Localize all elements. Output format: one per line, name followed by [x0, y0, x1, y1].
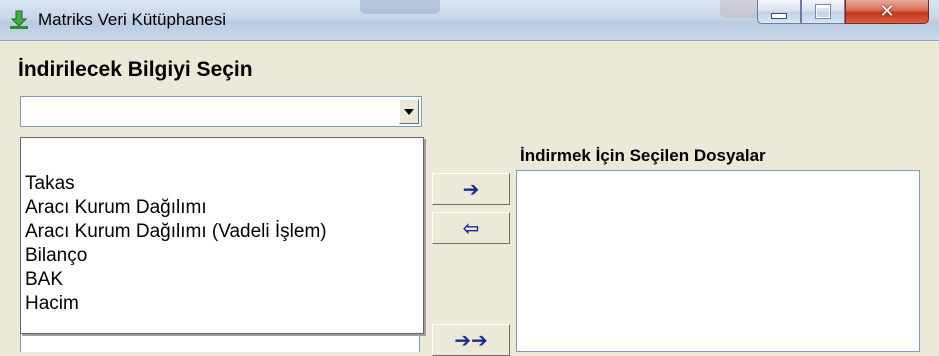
dropdown-item-hacim[interactable]: Hacim	[21, 292, 423, 316]
chevron-down-icon	[404, 108, 414, 115]
minimize-icon	[771, 12, 787, 19]
dropdown-item-bilanco[interactable]: Bilanço	[21, 244, 423, 268]
background-window-blur	[360, 0, 440, 14]
page-title: İndirilecek Bilgiyi Seçin	[18, 58, 253, 81]
selected-files-list[interactable]	[516, 170, 920, 352]
arrow-right-icon: ➔	[462, 177, 480, 201]
selected-files-label: İndirmek İçin Seçilen Dosyalar	[520, 146, 766, 165]
title-bar[interactable]: Matriks Veri Kütüphanesi ✕	[0, 0, 939, 41]
close-button[interactable]: ✕	[845, 0, 929, 24]
add-all-button[interactable]: ➔➔	[432, 324, 510, 356]
double-arrow-right-icon: ➔➔	[454, 328, 488, 352]
dropdown-item-araci-kurum-dagilimi-vadeli[interactable]: Aracı Kurum Dağılımı (Vadeli İşlem)	[21, 220, 423, 244]
minimize-button[interactable]	[757, 0, 801, 24]
data-type-select[interactable]	[20, 96, 422, 127]
maximize-button[interactable]	[801, 0, 845, 24]
dropdown-item-araci-kurum-dagilimi[interactable]: Aracı Kurum Dağılımı	[21, 196, 423, 220]
arrow-left-icon: ⇦	[462, 216, 480, 240]
maximize-icon	[815, 4, 831, 19]
download-arrow-icon	[10, 10, 28, 29]
dropdown-item-empty[interactable]	[21, 138, 423, 172]
window-title: Matriks Veri Kütüphanesi	[38, 10, 227, 29]
dropdown-button[interactable]	[399, 99, 419, 124]
remove-button[interactable]: ⇦	[432, 212, 510, 244]
dropdown-item-bak[interactable]: BAK	[21, 268, 423, 292]
available-files-list[interactable]	[20, 334, 420, 352]
add-button[interactable]: ➔	[432, 173, 510, 205]
dropdown-list[interactable]: Takas Aracı Kurum Dağılımı Aracı Kurum D…	[20, 137, 424, 334]
close-icon: ✕	[879, 0, 895, 22]
dropdown-item-takas[interactable]: Takas	[21, 172, 423, 196]
window-controls: ✕	[757, 0, 929, 24]
